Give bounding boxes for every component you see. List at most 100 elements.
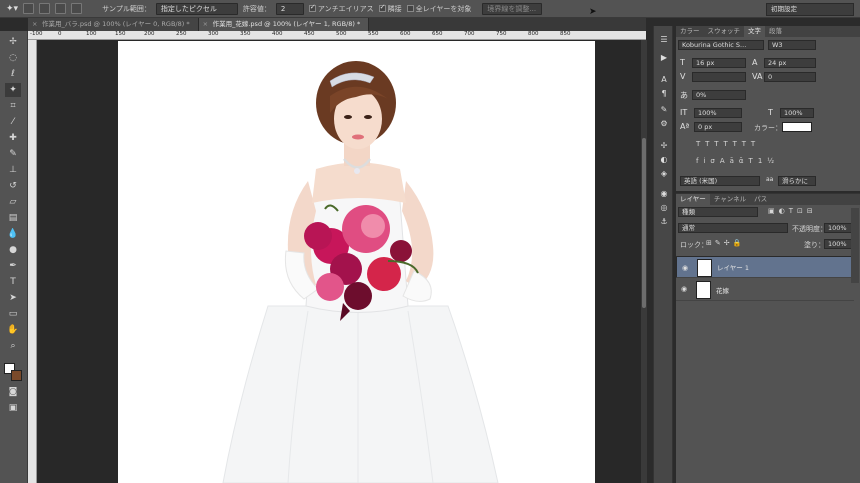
vertical-ruler xyxy=(28,40,37,483)
kerning-input[interactable] xyxy=(692,72,746,82)
sample-size-select[interactable]: 指定したピクセル xyxy=(155,2,238,15)
tab-swatches[interactable]: スウォッチ xyxy=(704,26,745,37)
intersect-selection-icon[interactable] xyxy=(71,3,83,14)
layer-row[interactable]: ◉ 花嫁 xyxy=(676,279,854,301)
tracking-input[interactable]: 0 xyxy=(764,72,816,82)
document-tab-rose[interactable]: × 作業用_バラ.psd @ 100% (レイヤー 0, RGB/8) * xyxy=(28,18,199,31)
tsume-input[interactable]: 0% xyxy=(692,90,746,100)
hand-tool-icon[interactable]: ✋ xyxy=(5,323,21,337)
ruler-tick: 0 xyxy=(58,31,62,37)
channels-panel-icon[interactable]: ◎ xyxy=(658,202,670,213)
adjustments-panel-icon[interactable]: ◐ xyxy=(658,154,670,165)
tab-layers[interactable]: レイヤー xyxy=(676,194,710,205)
document-tab-bride[interactable]: × 作業用_花嫁.psd @ 100% (レイヤー 1, RGB/8) * xyxy=(198,18,370,31)
type-style-buttons[interactable]: TTTTTTT xyxy=(696,140,760,148)
blend-mode-select[interactable]: 通常 xyxy=(678,223,788,233)
horizontal-scale-input[interactable]: 100% xyxy=(780,108,814,118)
antialias-select[interactable]: 滑らかに xyxy=(778,176,816,186)
eraser-tool-icon[interactable]: ▱ xyxy=(5,195,21,209)
layer-filter-select[interactable]: 種類 xyxy=(678,207,758,217)
type-tool-icon[interactable]: T xyxy=(5,275,21,289)
actions-panel-icon[interactable]: ▶ xyxy=(658,52,670,63)
healing-brush-tool-icon[interactable]: ✚ xyxy=(5,131,21,145)
cursor-icon: ➤ xyxy=(589,7,597,17)
paths-panel-icon[interactable]: ⚓ xyxy=(658,216,670,227)
paragraph-panel-icon[interactable]: ¶ xyxy=(658,88,670,99)
subtract-from-selection-icon[interactable] xyxy=(55,3,67,14)
magic-wand-tool-preset-icon[interactable]: ✦▾ xyxy=(6,4,18,14)
eye-icon[interactable]: ◉ xyxy=(681,285,691,295)
language-select[interactable]: 英語 (米国) xyxy=(680,176,760,186)
zoom-tool-icon[interactable]: ⌕ xyxy=(5,339,21,353)
lock-buttons[interactable]: ⊞✎✢🔒 xyxy=(706,239,744,247)
screen-mode-icon[interactable]: ▣ xyxy=(5,401,21,415)
blur-tool-icon[interactable]: 💧 xyxy=(5,227,21,241)
opentype-buttons[interactable]: fiσAāᾱT1½ xyxy=(696,157,779,165)
document-canvas[interactable] xyxy=(118,41,595,483)
layers-panel: レイヤー チャンネル パス 種類 ▣◐T⊡⊟ 通常 不透明度： 100% ロック… xyxy=(676,193,860,483)
tsume-icon: あ xyxy=(680,91,688,100)
vertical-scale-input[interactable]: 100% xyxy=(694,108,742,118)
layers-panel-icon[interactable]: ◉ xyxy=(658,188,670,199)
crop-tool-icon[interactable]: ⌗ xyxy=(5,99,21,113)
path-selection-tool-icon[interactable]: ➤ xyxy=(5,291,21,305)
dodge-tool-icon[interactable]: ● xyxy=(5,243,21,257)
history-brush-tool-icon[interactable]: ↺ xyxy=(5,179,21,193)
close-icon[interactable]: × xyxy=(32,18,37,30)
canvas-scroll-thumb[interactable] xyxy=(642,138,646,308)
shape-tool-icon[interactable]: ▭ xyxy=(5,307,21,321)
eyedropper-tool-icon[interactable]: ⁄ xyxy=(5,115,21,129)
ruler-tick: 550 xyxy=(368,31,379,37)
brush-panel-icon[interactable]: ✎ xyxy=(658,104,670,115)
contiguous-checkbox[interactable] xyxy=(378,3,386,12)
lasso-tool-icon[interactable]: ℓ xyxy=(5,67,21,81)
ruler-tick: 650 xyxy=(432,31,443,37)
text-color-swatch[interactable] xyxy=(782,122,812,132)
tab-color[interactable]: カラー xyxy=(676,26,704,37)
properties-panel-icon[interactable]: ◈ xyxy=(658,168,670,179)
gradient-tool-icon[interactable]: ▤ xyxy=(5,211,21,225)
workspace-switcher[interactable]: 初期設定 xyxy=(766,3,854,16)
clone-source-icon[interactable]: ✢ xyxy=(658,140,670,151)
tab-character[interactable]: 文字 xyxy=(744,26,765,37)
layers-scrollbar[interactable] xyxy=(851,208,859,283)
layer-row[interactable]: ◉ レイヤー 1 xyxy=(676,256,854,278)
sample-all-layers-checkbox[interactable] xyxy=(406,5,414,12)
quick-mask-icon[interactable]: ◙ xyxy=(5,385,21,399)
canvas-area[interactable] xyxy=(37,40,641,483)
antialias-checkbox[interactable] xyxy=(308,3,316,12)
opacity-input[interactable]: 100% xyxy=(824,223,854,233)
new-selection-icon[interactable] xyxy=(23,3,35,14)
font-style-select[interactable]: W3 xyxy=(768,40,816,50)
ruler-tick: 600 xyxy=(400,31,411,37)
tolerance-label: 許容値： xyxy=(242,4,271,13)
stamp-tool-icon[interactable]: ⊥ xyxy=(5,163,21,177)
magic-wand-tool-icon[interactable]: ✦ xyxy=(5,83,21,97)
tab-channels[interactable]: チャンネル xyxy=(710,194,750,205)
font-size-input[interactable]: 16 px xyxy=(692,58,746,68)
move-tool-icon[interactable]: ✢ xyxy=(5,35,21,49)
font-family-select[interactable]: Koburina Gothic S... xyxy=(678,40,764,50)
tab-paragraph[interactable]: 段落 xyxy=(765,26,786,37)
baseline-shift-input[interactable]: 0 px xyxy=(694,122,742,132)
layer-filter-buttons[interactable]: ▣◐T⊡⊟ xyxy=(768,207,817,215)
history-panel-icon[interactable]: ☰ xyxy=(658,34,670,45)
pen-tool-icon[interactable]: ✒ xyxy=(5,259,21,273)
brush-tool-icon[interactable]: ✎ xyxy=(5,147,21,161)
tolerance-input[interactable]: 2 xyxy=(275,2,304,15)
background-color-swatch[interactable] xyxy=(11,370,22,381)
lock-label: ロック： xyxy=(680,241,708,249)
ruler-tick: -100 xyxy=(30,31,43,37)
marquee-tool-icon[interactable]: ◌ xyxy=(5,51,21,65)
leading-icon: A xyxy=(752,58,758,67)
add-to-selection-icon[interactable] xyxy=(39,3,51,14)
leading-input[interactable]: 24 px xyxy=(764,58,816,68)
tab-paths[interactable]: パス xyxy=(750,194,771,205)
fill-input[interactable]: 100% xyxy=(824,239,854,249)
tool-presets-icon[interactable]: ⚙ xyxy=(658,118,670,129)
document-tab-title: 作業用_バラ.psd @ 100% (レイヤー 0, RGB/8) * xyxy=(42,20,190,28)
character-panel-icon[interactable]: A xyxy=(658,74,670,85)
close-icon[interactable]: × xyxy=(203,18,208,30)
eye-icon[interactable]: ◉ xyxy=(682,263,692,273)
refine-edge-button[interactable]: 境界線を調整... xyxy=(482,2,543,15)
